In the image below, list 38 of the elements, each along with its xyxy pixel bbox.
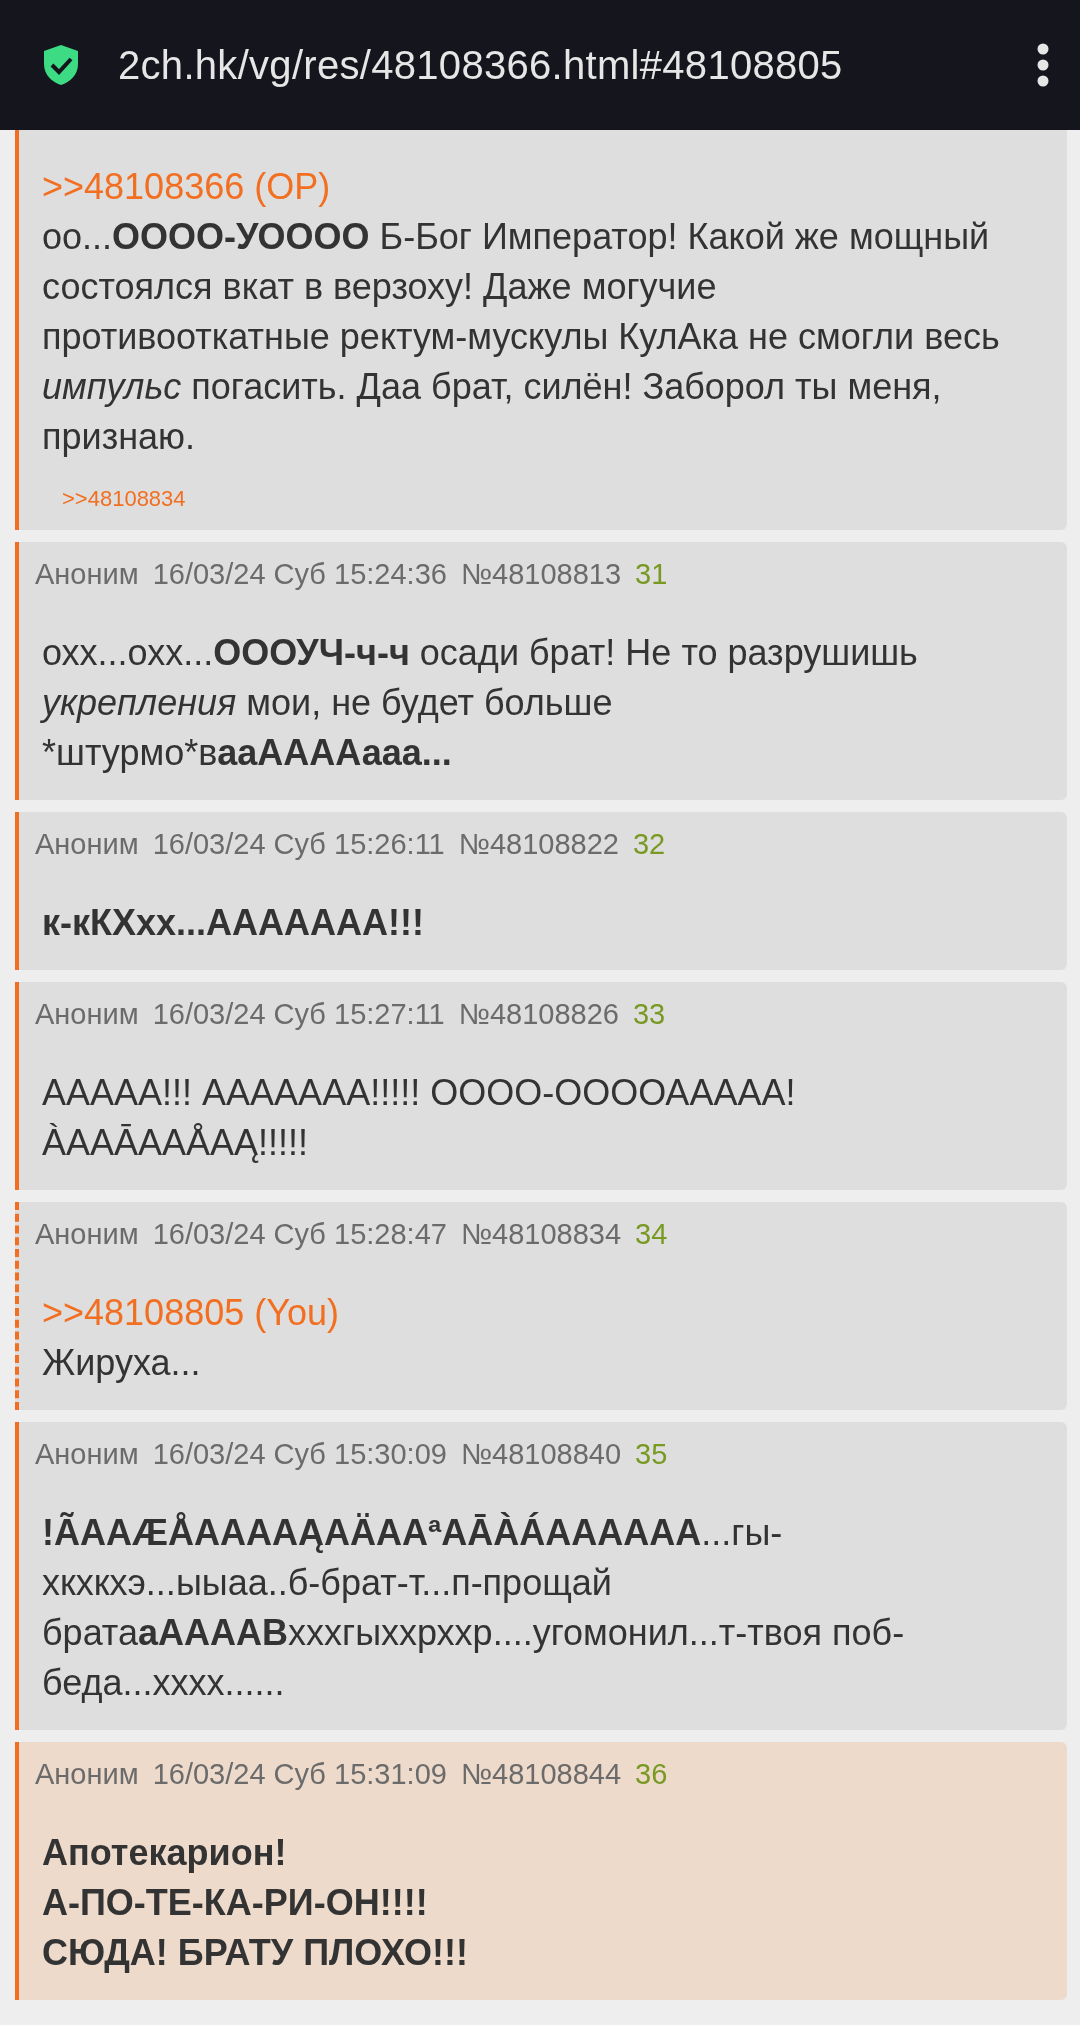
- post-number[interactable]: №48108840: [460, 1436, 622, 1472]
- poster-name: Аноним: [35, 1757, 139, 1792]
- post-count: 34: [635, 1217, 668, 1252]
- post-count: 31: [635, 557, 668, 592]
- post-date: 16/03/24 Суб 15:28:47: [152, 1217, 447, 1252]
- post-date: 16/03/24 Суб 15:24:36: [152, 557, 447, 592]
- post-count: 32: [632, 827, 666, 862]
- post-number[interactable]: №48108834: [460, 1216, 622, 1252]
- poster-name: Аноним: [35, 1437, 139, 1472]
- post-date: 16/03/24 Суб 15:27:11: [152, 997, 445, 1032]
- post-text: ААААА!!! ААААААА!!!!! ОООО-ООООААААА! ÀААĀААÅАĄ!!!!!: [42, 1071, 797, 1165]
- reply-link[interactable]: >>48108805 (You): [42, 1288, 339, 1338]
- post-count: 35: [635, 1437, 668, 1472]
- post-text: !ÃААÆÅААААĄАÄААªАĀÀÁАААААА...гы-хкхкхэ...ыыаа..б-брат-т...п-прощай братааААААВхххгыххрххр....угомонил...т-твоя поб-беда...хххх......: [42, 1511, 906, 1705]
- post-count: 36: [635, 1757, 668, 1792]
- post-date: 16/03/24 Суб 15:26:11: [152, 827, 445, 862]
- post-text: СЮДА! БРАТУ ПЛОХО!!!: [42, 1931, 469, 1975]
- post-date: 16/03/24 Суб 15:31:09: [152, 1757, 447, 1792]
- post-count: 33: [632, 997, 666, 1032]
- post-number[interactable]: №48108813: [460, 556, 622, 592]
- post-text: оо...ОООО-УОООО Б-Бог Император! Какой же мощный состоялся вкат в верзоху! Даже могучие противооткатные ректум-мускулы КулАка не смогли весь импульс погасить. Даа брат, силён! Заборол ты меня, признаю.: [42, 215, 1001, 459]
- poster-name: Аноним: [35, 827, 139, 862]
- post-text: Апотекарион!: [42, 1831, 288, 1875]
- poster-name: Аноним: [35, 557, 139, 592]
- post-text: А-ПО-ТЕ-КА-РИ-ОН!!!!: [42, 1881, 429, 1925]
- security-shield-icon[interactable]: [42, 44, 80, 86]
- post-number[interactable]: №48108826: [458, 996, 619, 1032]
- poster-name: Аноним: [35, 997, 139, 1032]
- post-number[interactable]: №48108822: [458, 826, 619, 862]
- menu-icon[interactable]: [1036, 43, 1050, 87]
- poster-name: Аноним: [35, 1217, 139, 1252]
- post-text: охх...охх...ОООУЧ-ч-ч осади брат! Не то разрушишь укрепления мои, не будет больше *штурмо*вааААААааа...: [42, 631, 919, 775]
- post-number[interactable]: №48108844: [460, 1756, 622, 1792]
- post-text: к-кКХхх...ААААААА!!!: [42, 901, 425, 945]
- post-text: Жируха...: [42, 1341, 202, 1385]
- post-date: 16/03/24 Суб 15:30:09: [152, 1437, 447, 1472]
- reply-link[interactable]: >>48108366 (OP): [42, 162, 331, 212]
- backlink[interactable]: >>48108834: [62, 484, 186, 514]
